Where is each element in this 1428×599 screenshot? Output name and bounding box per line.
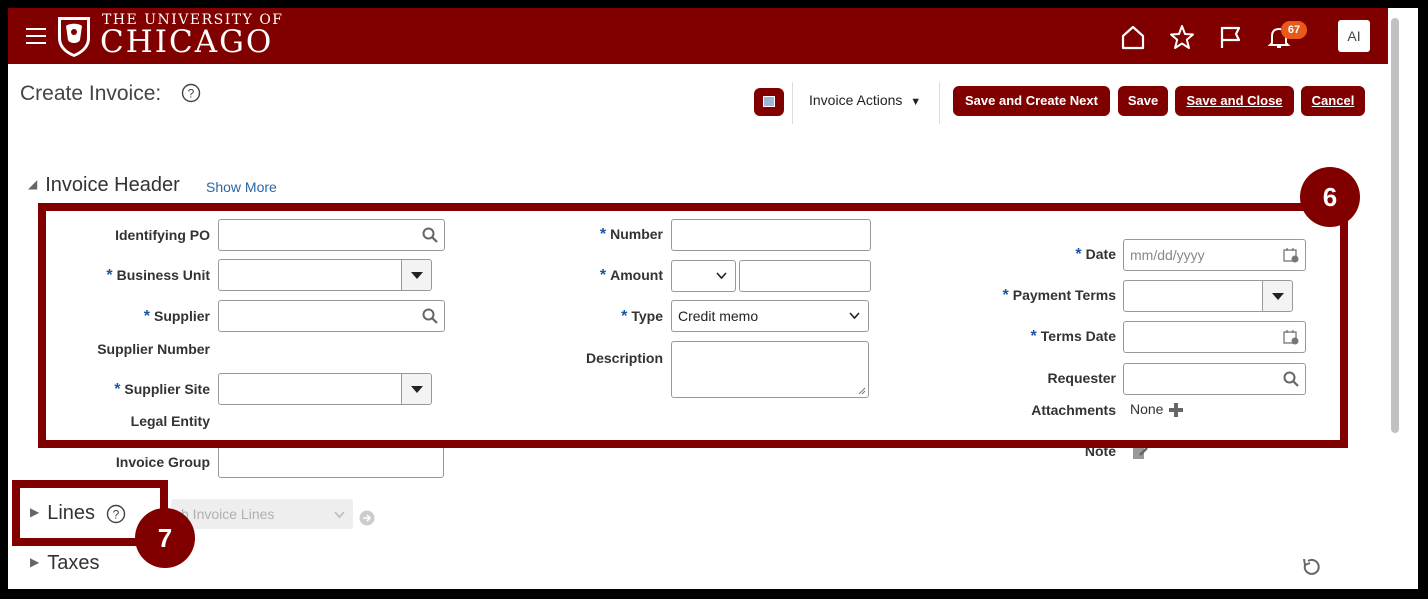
dropdown-arrow-icon[interactable] (401, 260, 431, 290)
add-attachment-icon[interactable] (1167, 401, 1185, 419)
cancel-button[interactable]: Cancel (1301, 86, 1365, 116)
lines-title: Lines (47, 502, 96, 524)
notification-badge: 67 (1281, 21, 1307, 39)
chevron-down-icon (716, 272, 727, 280)
top-bar: THE UNIVERSITY OF CHICAGO 67 AI (8, 8, 1418, 64)
date-label: * Date (1075, 246, 1116, 263)
toolbar-divider (792, 82, 793, 124)
supplier-input[interactable] (218, 300, 445, 332)
invoice-header-title: Invoice Header (45, 174, 180, 196)
amount-label: * Amount (599, 267, 663, 284)
scrollbar-thumb[interactable] (1391, 18, 1399, 433)
date-input[interactable]: mm/dd/yyyy (1123, 239, 1306, 271)
lines-action-select-value: h Invoice Lines (181, 506, 275, 522)
amount-input[interactable] (739, 260, 871, 292)
business-unit-label: * Business Unit (106, 267, 210, 284)
taxes-title: Taxes (47, 552, 100, 574)
view-icon-button[interactable] (754, 88, 784, 116)
legal-entity-label: Legal Entity (130, 413, 210, 429)
attachments-label: Attachments (1031, 402, 1116, 418)
requester-label: Requester (1047, 370, 1116, 386)
search-icon[interactable] (422, 227, 438, 243)
lines-action-select: h Invoice Lines (171, 499, 353, 529)
supplier-number-label: Supplier Number (97, 341, 210, 357)
go-arrow-icon (359, 510, 375, 526)
hamburger-menu-icon[interactable] (26, 28, 46, 44)
chevron-down-icon (334, 511, 345, 519)
invoice-group-label: Invoice Group (115, 454, 210, 470)
brand-line-2: CHICAGO (100, 24, 274, 60)
type-select[interactable]: Credit memo (671, 300, 869, 332)
help-icon[interactable]: ? (181, 83, 201, 103)
save-button[interactable]: Save (1118, 86, 1168, 116)
description-textarea[interactable] (671, 341, 869, 398)
expand-triangle-icon: ▶ (30, 555, 40, 569)
attachments-value: None (1130, 401, 1164, 417)
supplier-site-select[interactable] (218, 373, 432, 405)
calendar-icon[interactable] (1283, 329, 1299, 345)
dropdown-arrow-icon[interactable] (401, 374, 431, 404)
payment-terms-select[interactable] (1123, 280, 1293, 312)
star-icon[interactable] (1169, 24, 1195, 50)
svg-text:?: ? (188, 87, 195, 101)
type-value: Credit memo (678, 308, 759, 324)
number-input[interactable] (671, 219, 871, 251)
caret-down-icon: ▼ (910, 96, 922, 108)
note-label: Note (1084, 443, 1116, 459)
taxes-section-toggle[interactable]: ▶ Taxes (30, 552, 99, 575)
supplier-site-label: * Supplier Site (114, 381, 210, 398)
user-avatar[interactable]: AI (1338, 20, 1370, 52)
note-edit-icon[interactable] (1131, 443, 1149, 461)
invoice-actions-label: Invoice Actions (809, 92, 903, 108)
dropdown-arrow-icon[interactable] (1262, 281, 1292, 311)
svg-text:?: ? (113, 508, 120, 522)
calendar-icon[interactable] (1283, 247, 1299, 263)
invoice-group-input[interactable] (218, 446, 444, 478)
identifying-po-input[interactable] (218, 219, 445, 251)
expand-triangle-icon: ▶ (30, 505, 40, 519)
lines-help-icon[interactable]: ? (106, 504, 126, 524)
invoice-actions-menu[interactable]: Invoice Actions ▼ (809, 92, 921, 108)
lines-section-toggle[interactable]: ▶ Lines (30, 502, 95, 525)
chevron-down-icon (849, 312, 860, 320)
date-placeholder: mm/dd/yyyy (1130, 247, 1205, 263)
home-icon[interactable] (1120, 24, 1146, 50)
save-and-close-button[interactable]: Save and Close (1175, 86, 1294, 116)
terms-date-input[interactable] (1123, 321, 1306, 353)
search-icon[interactable] (422, 308, 438, 324)
resize-handle-icon[interactable] (857, 386, 866, 395)
collapse-triangle-icon: ◢ (28, 177, 38, 191)
invoice-header-toggle[interactable]: ◢ Invoice Header (28, 174, 180, 197)
payment-terms-label: * Payment Terms (1002, 287, 1116, 304)
image-icon (763, 96, 775, 107)
toolbar-divider (939, 82, 940, 124)
university-crest-icon (58, 17, 90, 57)
search-icon[interactable] (1283, 371, 1299, 387)
currency-select[interactable] (671, 260, 736, 292)
callout-number-7: 7 (135, 508, 195, 568)
description-label: Description (585, 350, 663, 366)
flag-icon[interactable] (1218, 24, 1244, 50)
show-more-link[interactable]: Show More (206, 179, 277, 195)
page-title: Create Invoice: (20, 82, 162, 105)
save-and-create-next-button[interactable]: Save and Create Next (953, 86, 1110, 116)
callout-number-6: 6 (1300, 167, 1360, 227)
number-label: * Number (599, 226, 663, 243)
type-label: * Type (621, 308, 663, 325)
requester-input[interactable] (1123, 363, 1306, 395)
app-frame: THE UNIVERSITY OF CHICAGO 67 AI Create I… (8, 8, 1418, 589)
business-unit-select[interactable] (218, 259, 432, 291)
refresh-icon[interactable] (1301, 557, 1321, 577)
identifying-po-label: Identifying PO (115, 227, 210, 243)
terms-date-label: * Terms Date (1030, 328, 1116, 345)
supplier-label: * Supplier (143, 308, 210, 325)
